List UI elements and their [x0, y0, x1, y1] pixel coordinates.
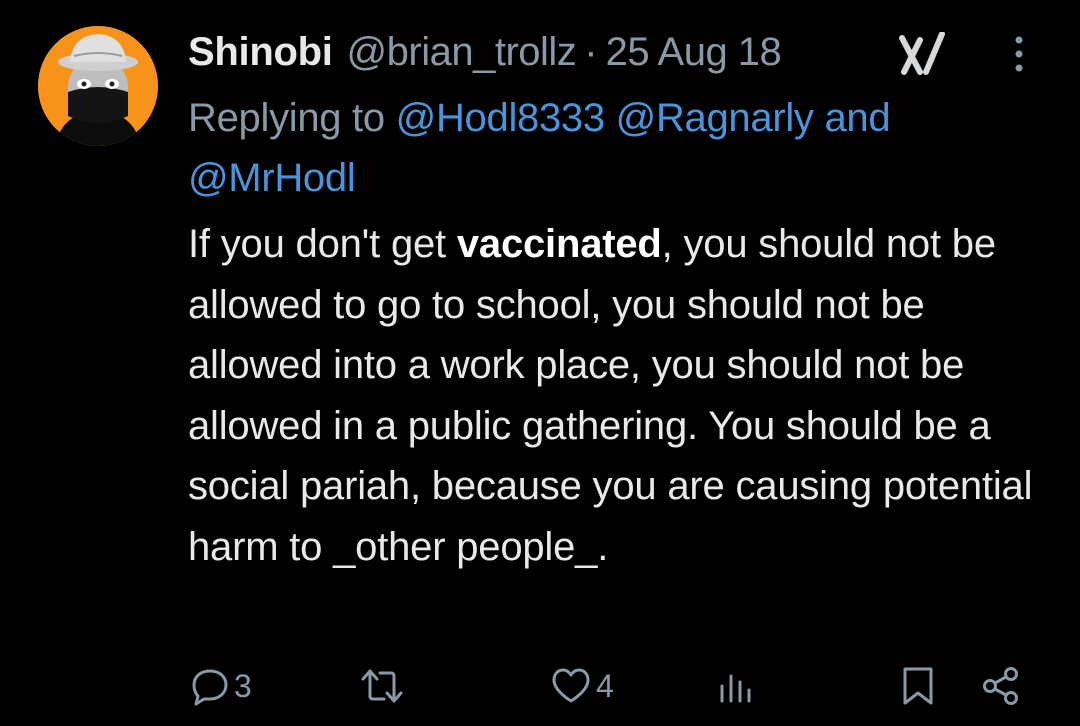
tweet-text-part: If you don't get: [188, 222, 457, 266]
mention-conjunction: and: [824, 96, 891, 140]
tweet[interactable]: Shinobi @brian_trollz · 25 Aug 18 Replyi…: [0, 0, 1080, 726]
share-icon: [983, 667, 1018, 705]
action-bar: 3 4: [0, 656, 1080, 716]
retweet-icon: [361, 669, 403, 703]
separator-dot: ·: [584, 30, 598, 74]
tweet-text-part: , you should not be allowed to go to sch…: [188, 222, 1033, 569]
reply-count: 3: [234, 667, 252, 704]
reply-icon: [192, 669, 228, 706]
tweet-date[interactable]: 25 Aug 18: [606, 26, 782, 78]
like-button[interactable]: 4: [550, 656, 614, 716]
tweet-text-bold: vaccinated: [456, 222, 662, 266]
display-name[interactable]: Shinobi: [188, 26, 333, 78]
avatar[interactable]: [38, 26, 158, 146]
tweet-header: Shinobi @brian_trollz · 25 Aug 18: [188, 26, 782, 78]
views-icon: [720, 674, 751, 703]
grok-icon[interactable]: [898, 32, 946, 76]
bookmark-icon: [903, 667, 933, 705]
views-button[interactable]: [716, 656, 756, 716]
like-icon: [552, 668, 590, 703]
masked-person-avatar-icon: [38, 26, 158, 146]
mention-link[interactable]: @Ragnarly: [616, 96, 814, 140]
retweet-button[interactable]: [360, 656, 408, 716]
replying-to-prefix: Replying to: [188, 96, 385, 140]
mention-link[interactable]: @MrHodl: [188, 156, 356, 200]
reply-button[interactable]: 3: [190, 656, 252, 716]
more-icon[interactable]: [1004, 34, 1034, 74]
tweet-text: If you don't get vaccinated, you should …: [188, 214, 1048, 577]
like-count: 4: [596, 667, 614, 704]
user-handle[interactable]: @brian_trollz: [347, 26, 577, 78]
replying-to: Replying to @Hodl8333 @Ragnarly and @MrH…: [188, 88, 1028, 208]
share-button[interactable]: [980, 656, 1022, 716]
mention-link[interactable]: @Hodl8333: [396, 96, 605, 140]
bookmark-button[interactable]: [900, 656, 936, 716]
